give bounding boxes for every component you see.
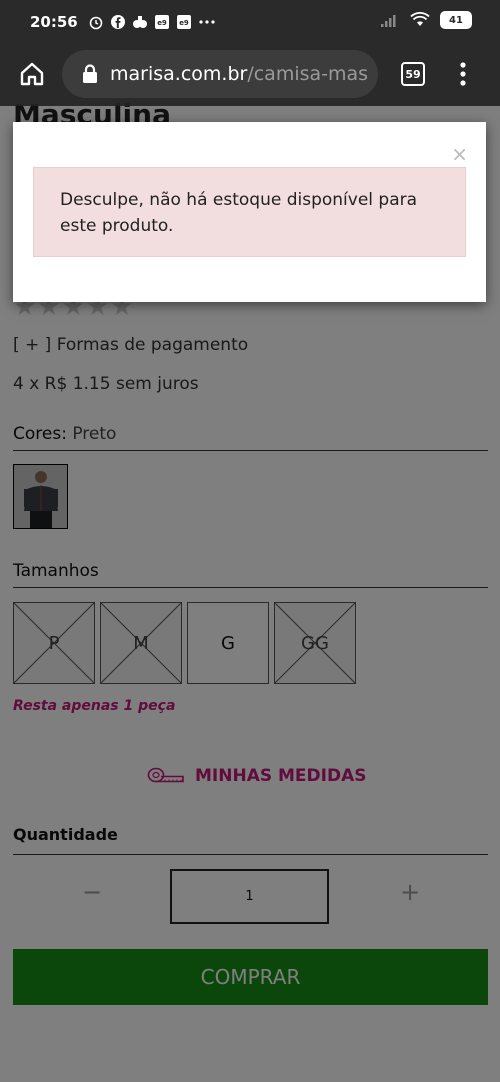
url-path: /camisa-mas xyxy=(247,63,369,85)
badge-icon: e9 xyxy=(176,15,191,29)
menu-icon[interactable] xyxy=(458,60,468,88)
alert-message: Desculpe, não há estoque disponível para… xyxy=(33,167,466,257)
alarm-icon xyxy=(89,16,103,30)
signal-icon xyxy=(381,15,396,27)
svg-text:e9: e9 xyxy=(179,19,189,27)
url-text: marisa.com.br/camisa-mas xyxy=(110,63,368,85)
address-bar[interactable]: marisa.com.br/camisa-mas xyxy=(62,50,378,98)
browser-toolbar: marisa.com.br/camisa-mas 59 xyxy=(0,44,500,106)
close-icon[interactable]: × xyxy=(451,142,468,166)
app-icon xyxy=(132,16,147,28)
home-icon[interactable] xyxy=(18,60,46,88)
lock-icon xyxy=(83,64,97,83)
svg-text:e9: e9 xyxy=(157,19,167,27)
tab-switcher-button[interactable]: 59 xyxy=(401,62,425,86)
tab-count: 59 xyxy=(405,67,421,81)
facebook-icon xyxy=(110,15,125,29)
status-bar: 20:56 e9 e9 41 xyxy=(0,0,500,44)
badge-icon: e9 xyxy=(154,15,169,29)
out-of-stock-modal: × Desculpe, não há estoque disponível pa… xyxy=(13,122,486,302)
battery-icon: 41 xyxy=(440,11,472,29)
url-domain: marisa.com.br xyxy=(110,63,248,85)
wifi-icon xyxy=(410,12,430,26)
more-dots-icon xyxy=(199,20,215,24)
status-time: 20:56 xyxy=(30,13,78,31)
